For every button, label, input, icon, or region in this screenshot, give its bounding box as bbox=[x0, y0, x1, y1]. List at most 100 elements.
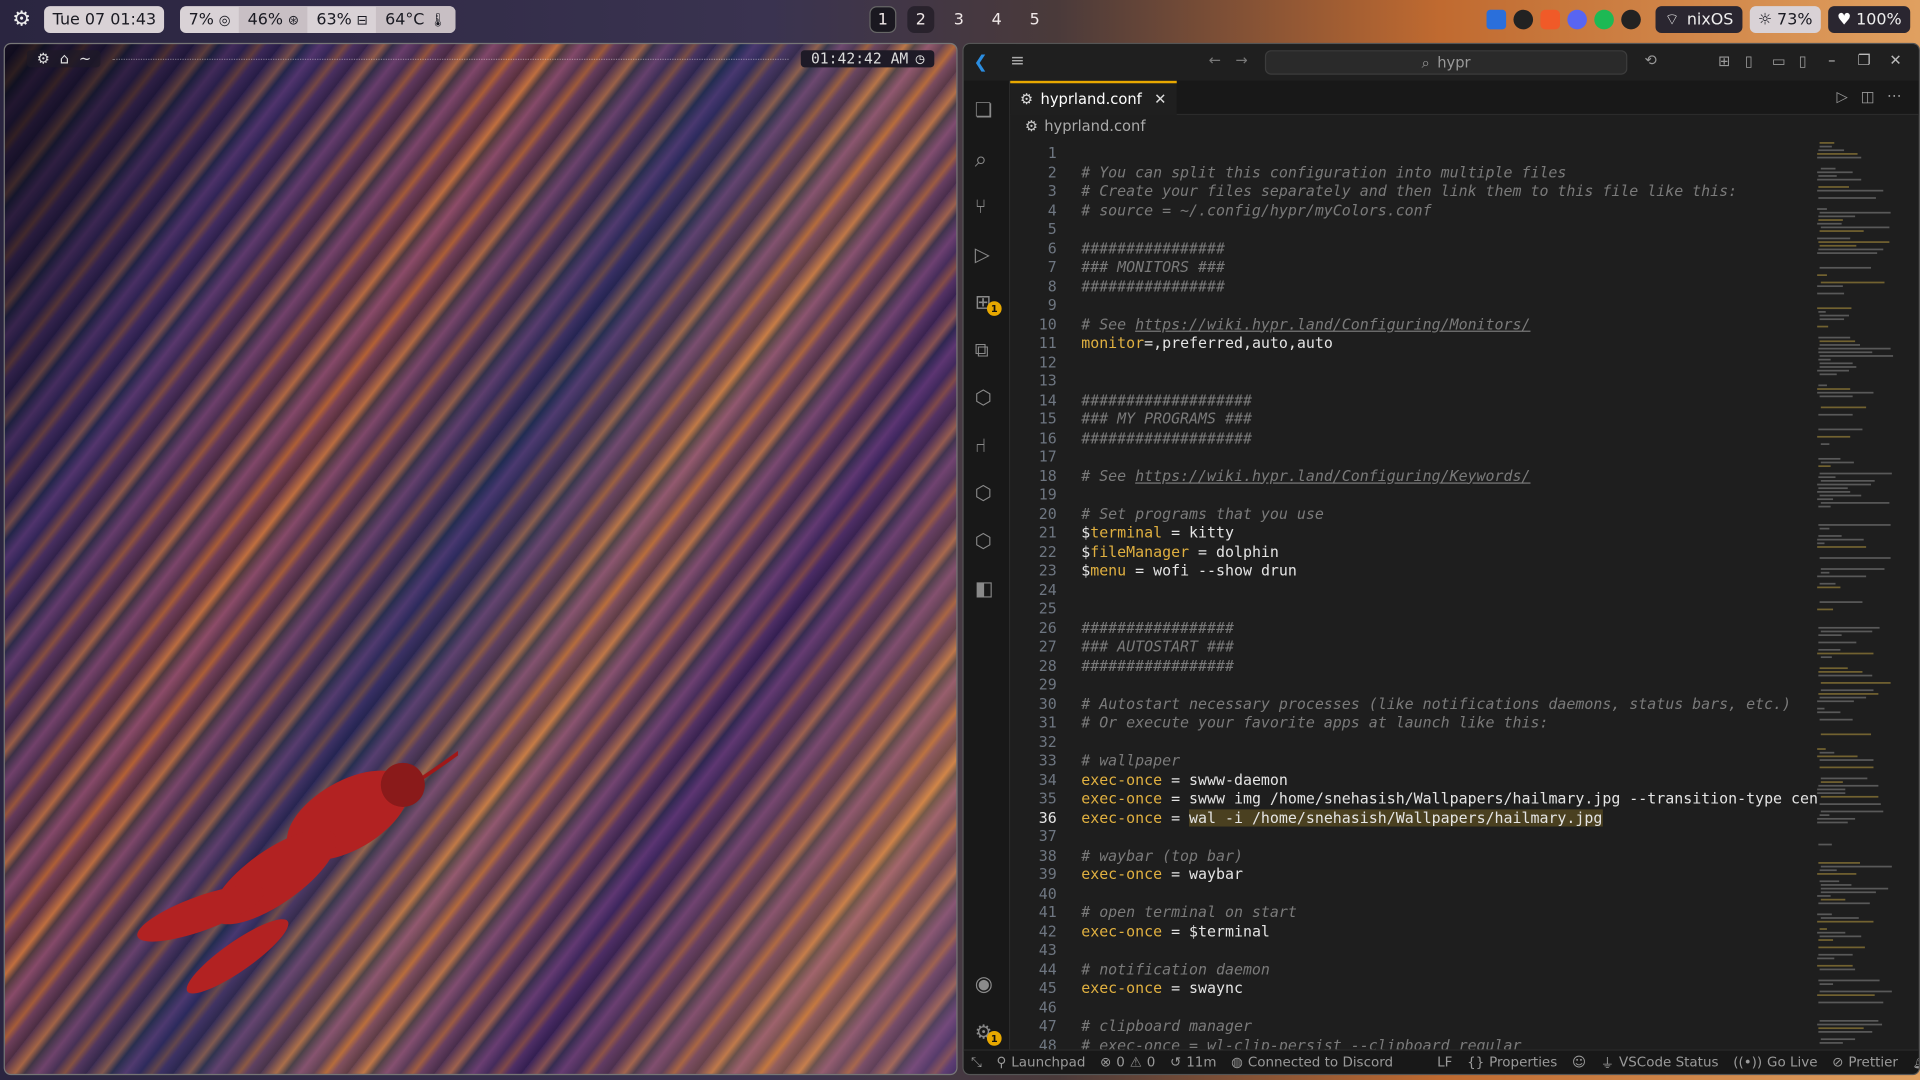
workspace-5[interactable]: 5 bbox=[1021, 6, 1048, 33]
code-line[interactable]: 41 # open terminal on start bbox=[1010, 904, 1818, 923]
memory-stat[interactable]: 46% ⊛ bbox=[239, 6, 308, 34]
copilot-icon[interactable]: ⟲ bbox=[1644, 51, 1656, 68]
code-line[interactable]: 45 exec-once = swaync bbox=[1010, 980, 1818, 999]
vscode-status-item[interactable]: ⏚ VSCode Status bbox=[1593, 1052, 1726, 1072]
code-line[interactable]: 22 $fileManager = dolphin bbox=[1010, 543, 1818, 562]
code-line[interactable]: 29 bbox=[1010, 676, 1818, 695]
code-editor[interactable]: 1 2 # You can split this configuration int… bbox=[1010, 140, 1819, 1051]
stack-icon[interactable]: ◧ bbox=[975, 577, 999, 601]
layout-icon[interactable]: ⊞ bbox=[1718, 53, 1730, 70]
panel-toggle-icon[interactable]: ▭ bbox=[1772, 53, 1786, 70]
discord-icon[interactable] bbox=[1567, 9, 1588, 30]
code-line[interactable]: 8 ################ bbox=[1010, 277, 1818, 296]
settings-icon[interactable]: ⚙ bbox=[12, 9, 34, 31]
code-line[interactable]: 5 bbox=[1010, 220, 1818, 239]
code-link[interactable]: https://wiki.hypr.land/Configuring/Monit… bbox=[1135, 315, 1530, 332]
secondary-sidebar-icon[interactable]: ▯ bbox=[1799, 53, 1807, 70]
minimize-icon[interactable]: – bbox=[1828, 51, 1835, 68]
tab-hyprland-conf[interactable]: ⚙ hyprland.conf ✕ bbox=[1010, 80, 1177, 116]
code-line[interactable]: 36 exec-once = wal -i /home/snehasish/Wal… bbox=[1010, 808, 1818, 828]
code-line[interactable]: 17 bbox=[1010, 448, 1818, 467]
git-graph-icon[interactable]: ⑁ bbox=[975, 433, 999, 457]
code-line[interactable]: 28 ################# bbox=[1010, 657, 1818, 676]
code-line[interactable]: 12 bbox=[1010, 353, 1818, 372]
network-status[interactable]: ⌔ nixOS bbox=[1655, 6, 1742, 34]
code-line[interactable]: 4 # source = ~/.config/hypr/myColors.conf bbox=[1010, 201, 1818, 220]
menu-icon[interactable]: ≡ bbox=[1010, 51, 1024, 71]
workspace-4[interactable]: 4 bbox=[983, 6, 1010, 33]
vscode-tray-icon[interactable] bbox=[1486, 9, 1507, 30]
command-center-search[interactable]: ⌕ hypr bbox=[1264, 50, 1628, 75]
code-line[interactable]: 18 # See https://wiki.hypr.land/Configuri… bbox=[1010, 467, 1818, 486]
code-line[interactable]: 16 ################### bbox=[1010, 429, 1818, 448]
close-icon[interactable]: ✕ bbox=[1889, 51, 1901, 68]
time-item[interactable]: ↺ 11m bbox=[1163, 1054, 1224, 1070]
code-line[interactable]: 14 ################### bbox=[1010, 391, 1818, 410]
code-line[interactable]: 1 bbox=[1010, 144, 1818, 163]
clock[interactable]: Tue 07 01:43 bbox=[44, 6, 165, 34]
code-line[interactable]: 42 exec-once = $terminal bbox=[1010, 923, 1818, 942]
disk-stat[interactable]: 63% ⊟ bbox=[308, 6, 377, 33]
code-line[interactable]: 25 bbox=[1010, 600, 1818, 619]
tab-close-icon[interactable]: ✕ bbox=[1154, 91, 1166, 108]
code-line[interactable]: 3 # Create your files separately and then… bbox=[1010, 182, 1818, 201]
back-arrow-icon[interactable]: ← bbox=[1209, 51, 1221, 68]
code-line[interactable]: 46 bbox=[1010, 999, 1818, 1018]
package-icon-3[interactable]: ⬡ bbox=[975, 529, 999, 553]
code-line[interactable]: 43 bbox=[1010, 942, 1818, 961]
source-control-icon[interactable]: ⑂ bbox=[975, 195, 999, 219]
code-line[interactable]: 35 exec-once = swww img /home/snehasish/W… bbox=[1010, 790, 1819, 809]
code-line[interactable]: 32 bbox=[1010, 733, 1818, 752]
run-icon[interactable]: ▷ bbox=[1836, 88, 1847, 105]
code-line[interactable]: 34 exec-once = swww-daemon bbox=[1010, 771, 1818, 790]
copilot-status[interactable]: ☺ bbox=[1565, 1054, 1594, 1070]
run-debug-icon[interactable]: ▷ bbox=[975, 242, 999, 266]
code-line[interactable]: 38 # waybar (top bar) bbox=[1010, 847, 1818, 866]
code-line[interactable]: 44 # notification daemon bbox=[1010, 961, 1818, 980]
discord-item[interactable]: ◍ Connected to Discord bbox=[1224, 1054, 1401, 1070]
cpu-stat[interactable]: 7% ◎ bbox=[180, 6, 239, 33]
code-line[interactable]: 30 # Autostart necessary processes (like … bbox=[1010, 695, 1818, 714]
launchpad-item[interactable]: ⚲ Launchpad bbox=[989, 1054, 1093, 1070]
code-line[interactable]: 47 # clipboard manager bbox=[1010, 1018, 1818, 1037]
more-actions-icon[interactable]: ⋯ bbox=[1887, 87, 1902, 104]
code-line[interactable]: 23 $menu = wofi --show drun bbox=[1010, 562, 1818, 581]
gear-icon[interactable]: ⚙ bbox=[37, 50, 50, 67]
code-line[interactable]: 21 $terminal = kitty bbox=[1010, 524, 1818, 543]
go-live-item[interactable]: ((•)) Go Live bbox=[1726, 1054, 1825, 1070]
split-editor-icon[interactable]: ◫ bbox=[1861, 88, 1875, 105]
workspace-1[interactable]: 1 bbox=[869, 6, 897, 34]
code-line[interactable]: 24 bbox=[1010, 581, 1818, 600]
workspace-3[interactable]: 3 bbox=[945, 6, 972, 33]
code-line[interactable]: 33 # wallpaper bbox=[1010, 752, 1818, 771]
workspace-2[interactable]: 2 bbox=[907, 6, 935, 34]
code-line[interactable]: 7 ### MONITORS ### bbox=[1010, 258, 1818, 277]
eol-item[interactable]: LF bbox=[1430, 1054, 1460, 1070]
code-line[interactable]: 27 ### AUTOSTART ### bbox=[1010, 638, 1818, 657]
code-line[interactable]: 13 bbox=[1010, 372, 1818, 391]
code-line[interactable]: 10 # See https://wiki.hypr.land/Configuri… bbox=[1010, 315, 1818, 334]
temp-stat[interactable]: 64°C 🌡︎ bbox=[376, 6, 455, 34]
code-line[interactable]: 6 ################ bbox=[1010, 239, 1818, 258]
code-line[interactable]: 40 bbox=[1010, 885, 1818, 904]
package-icon[interactable]: ⬡ bbox=[975, 386, 999, 410]
code-line[interactable]: 19 bbox=[1010, 486, 1818, 505]
brave-icon[interactable] bbox=[1540, 9, 1561, 30]
package-icon-2[interactable]: ⬡ bbox=[975, 481, 999, 505]
breadcrumb[interactable]: ⚙ hyprland.conf bbox=[1025, 116, 1146, 136]
brightness-status[interactable]: ☼ 73% bbox=[1749, 6, 1822, 34]
maximize-icon[interactable]: ❐ bbox=[1858, 51, 1871, 68]
prettier-item[interactable]: ⊘ Prettier bbox=[1825, 1054, 1905, 1070]
code-line[interactable]: 2 # You can split this configuration into… bbox=[1010, 163, 1818, 182]
code-line[interactable]: 37 bbox=[1010, 828, 1818, 847]
code-line[interactable]: 39 exec-once = waybar bbox=[1010, 866, 1818, 885]
code-line[interactable]: 11 monitor=,preferred,auto,auto bbox=[1010, 334, 1818, 353]
code-line[interactable]: 26 ################# bbox=[1010, 619, 1818, 638]
explorer-icon[interactable]: ❏ bbox=[975, 98, 999, 122]
spotify-icon[interactable] bbox=[1594, 9, 1615, 30]
code-line[interactable]: 31 # Or execute your favorite apps at lau… bbox=[1010, 714, 1818, 733]
search-icon[interactable]: ⌕ bbox=[975, 147, 999, 173]
notifications-item[interactable]: 🔔︎ bbox=[1905, 1054, 1919, 1070]
code-line[interactable]: 15 ### MY PROGRAMS ### bbox=[1010, 410, 1818, 429]
home-icon[interactable]: ⌂ bbox=[60, 50, 69, 67]
